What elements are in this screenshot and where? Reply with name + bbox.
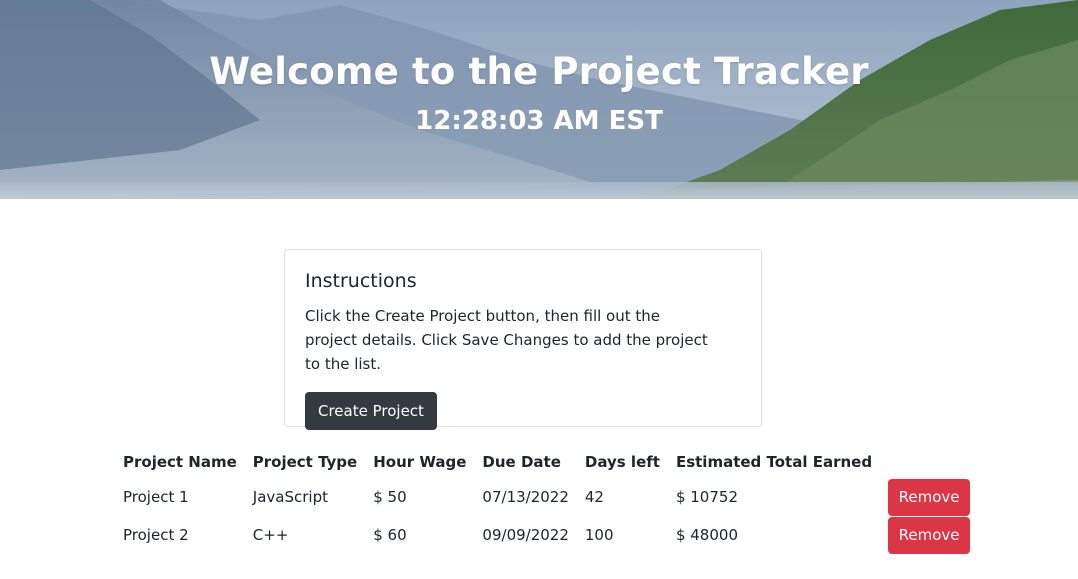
- remove-button[interactable]: Remove: [888, 516, 971, 554]
- project-name-cell: Project 2: [123, 526, 189, 544]
- days-left-cell: 100: [584, 526, 614, 544]
- table-header-row: Project Name Project Type Hour Wage Due …: [115, 445, 978, 478]
- projects-table: Project Name Project Type Hour Wage Due …: [115, 445, 978, 554]
- project-type-cell: JavaScript: [252, 488, 328, 506]
- action-cell: Remove: [880, 478, 978, 516]
- column-header-project-name: Project Name: [123, 452, 237, 471]
- mountain-lake-background: [0, 0, 1078, 199]
- project-type-cell: C++: [252, 526, 289, 544]
- clock-time: 12:28:03 AM EST: [415, 106, 663, 136]
- hero-banner: Welcome to the Project Tracker 12:28:03 …: [0, 0, 1078, 199]
- column-header-action: [880, 445, 978, 478]
- due-date-cell: 07/13/2022: [482, 488, 569, 506]
- column-header-due-date: Due Date: [482, 452, 561, 471]
- action-cell: Remove: [880, 516, 978, 554]
- estimated-total-cell: $ 10752: [675, 488, 738, 506]
- hour-wage-cell: $ 60: [373, 526, 407, 544]
- page-title: Welcome to the Project Tracker: [209, 50, 869, 93]
- estimated-total-cell: $ 48000: [675, 526, 738, 544]
- hour-wage-cell: $ 50: [373, 488, 407, 506]
- column-header-days-left: Days left: [584, 452, 660, 471]
- due-date-cell: 09/09/2022: [482, 526, 569, 544]
- instructions-card: Instructions Click the Create Project bu…: [284, 249, 762, 430]
- table-row: Project 1 JavaScript $ 50 07/13/2022 42 …: [115, 478, 978, 516]
- remove-button[interactable]: Remove: [888, 478, 971, 516]
- table-row: Project 2 C++ $ 60 09/09/2022 100 $ 4800…: [115, 516, 978, 554]
- column-header-project-type: Project Type: [252, 452, 358, 471]
- column-header-estimated-total: Estimated Total Earned: [675, 452, 873, 471]
- instructions-title: Instructions: [305, 270, 417, 292]
- days-left-cell: 42: [584, 488, 604, 506]
- column-header-hour-wage: Hour Wage: [373, 452, 467, 471]
- project-name-cell: Project 1: [123, 488, 189, 506]
- instructions-text: Click the Create Project button, then fi…: [305, 307, 708, 373]
- create-project-button[interactable]: Create Project: [305, 392, 437, 430]
